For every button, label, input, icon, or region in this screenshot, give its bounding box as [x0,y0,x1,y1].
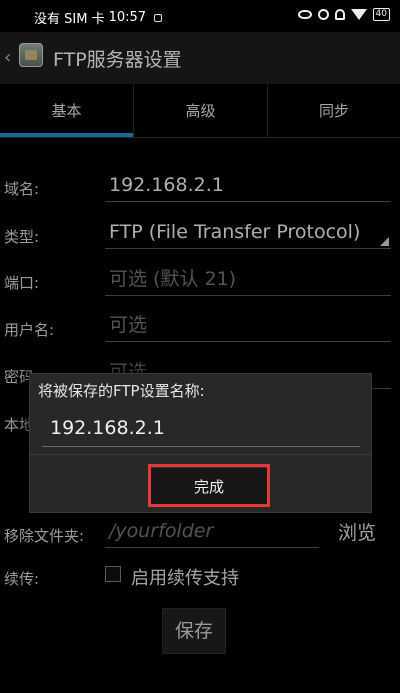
wifi-icon [350,9,367,20]
dialog-divider [30,454,371,455]
status-left: 没有 SIM 卡 10:57 [34,8,163,27]
eye-icon [297,10,312,19]
dialog-backdrop [0,32,400,693]
alarm-icon [317,9,329,20]
setting-name-input[interactable]: 192.168.2.1 [42,411,360,447]
mute-bell-icon [334,9,345,20]
status-right: 40 [297,8,390,21]
clock: 10:57 [108,10,147,25]
highlight-box [148,464,270,507]
status-bar: 没有 SIM 卡 10:57 40 [0,0,400,32]
notification-icon [154,13,163,22]
dialog-title: 将被保存的FTP设置名称: [38,382,205,400]
battery-icon: 40 [372,8,390,21]
carrier-text: 没有 SIM 卡 [34,12,105,27]
